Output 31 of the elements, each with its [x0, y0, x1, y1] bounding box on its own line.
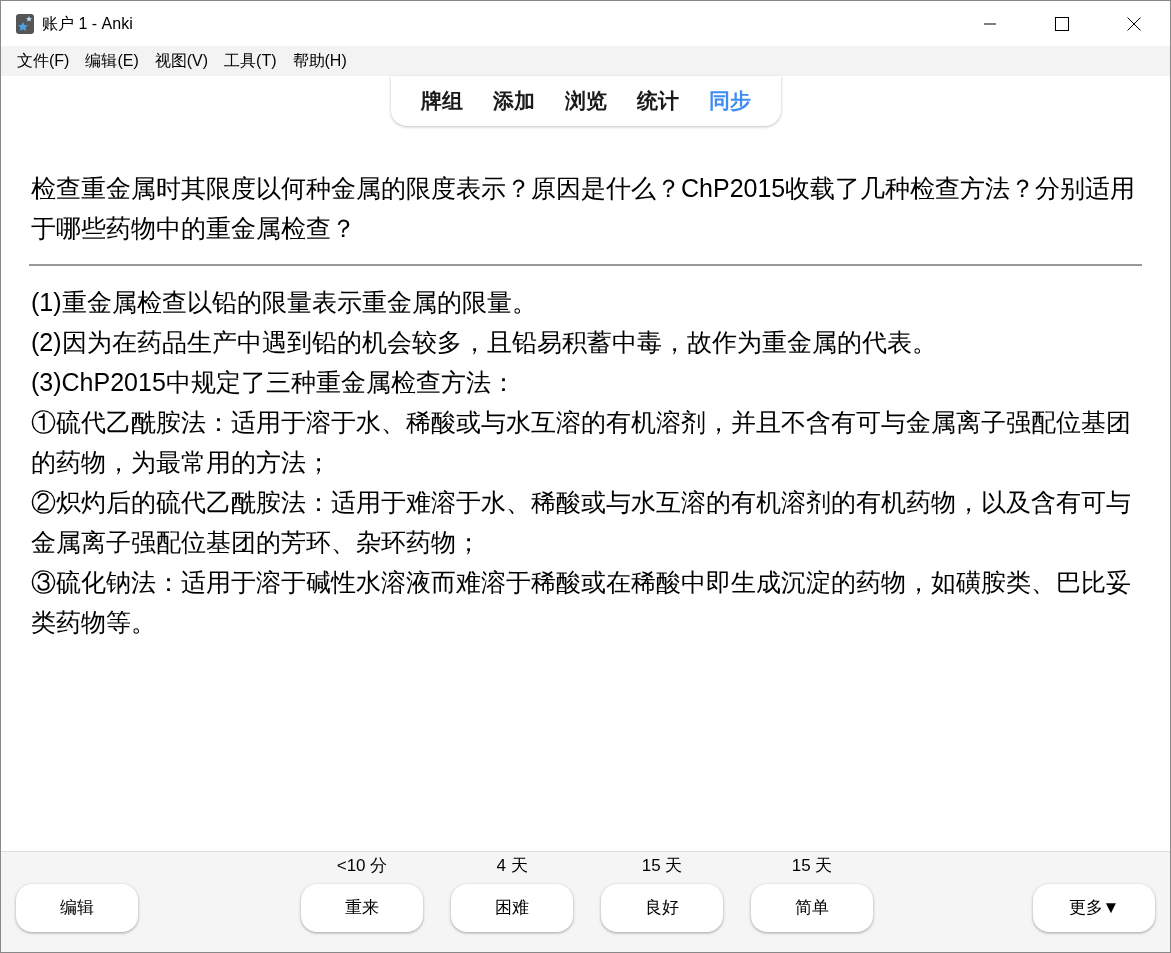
answer-text: (3)ChP2015中规定了三种重金属检查方法： — [31, 367, 517, 398]
answer-text: (1)重金属检查以铅的限量表示重金属的限量。 — [31, 287, 538, 318]
question-text: 检查重金属时其限度以何种金属的限度表示？原因是什么？ChP2015收载了几种检查方法？分别适用于哪些药物中的重金属检查？ — [31, 173, 1137, 244]
answer-button[interactable]: 简单 — [751, 884, 873, 932]
menu-item[interactable]: 编辑(E) — [79, 49, 145, 73]
window-title: 账户 1 - Anki — [42, 13, 133, 34]
more-button[interactable]: 更多▼ — [1033, 884, 1155, 932]
menu-item[interactable]: 工具(T) — [218, 49, 283, 73]
interval-label: 15 天 — [791, 854, 833, 877]
toolbar-link[interactable]: 浏览 — [552, 85, 619, 117]
menu-item[interactable]: 视图(V) — [148, 49, 215, 73]
app-icon — [16, 13, 34, 34]
answer-text: ②炽灼后的硫代乙酰胺法：适用于难溶于水、稀酸或与水互溶的有机溶剂的有机药物，以及含有可与金属离子强配位基团的芳环、杂环药物； — [31, 487, 1132, 558]
interval-label: <10 分 — [336, 854, 388, 877]
answer-text: ①硫代乙酰胺法：适用于溶于水、稀酸或与水互溶的有机溶剂，并且不含有可与金属离子强配位基团的药物，为最常用的方法； — [31, 407, 1132, 478]
toolbar-link[interactable]: 添加 — [480, 85, 547, 117]
answer-button[interactable]: 良好 — [601, 884, 723, 932]
minimize-icon — [984, 22, 996, 25]
toolbar-link[interactable]: 统计 — [624, 85, 691, 117]
interval-label: 4 天 — [496, 854, 528, 877]
close-icon — [1127, 16, 1141, 31]
maximize-icon — [1055, 16, 1069, 31]
answer-text: (2)因为在药品生产中遇到铅的机会较多，且铅易积蓄中毒，故作为重金属的代表。 — [31, 327, 938, 358]
answer-button[interactable]: 重来 — [301, 884, 423, 932]
answer-text: ③硫化钠法：适用于溶于碱性水溶液而难溶于稀酸或在稀酸中即生成沉淀的药物，如磺胺类、巴比妥类药物等。 — [31, 567, 1132, 638]
answer-button[interactable]: 困难 — [451, 884, 573, 932]
menu-item[interactable]: 帮助(H) — [286, 49, 353, 73]
toolbar-link[interactable]: 牌组 — [408, 85, 475, 117]
interval-label: 15 天 — [641, 854, 683, 877]
menu-item[interactable]: 文件(F) — [11, 49, 76, 73]
edit-button[interactable]: 编辑 — [16, 884, 138, 932]
